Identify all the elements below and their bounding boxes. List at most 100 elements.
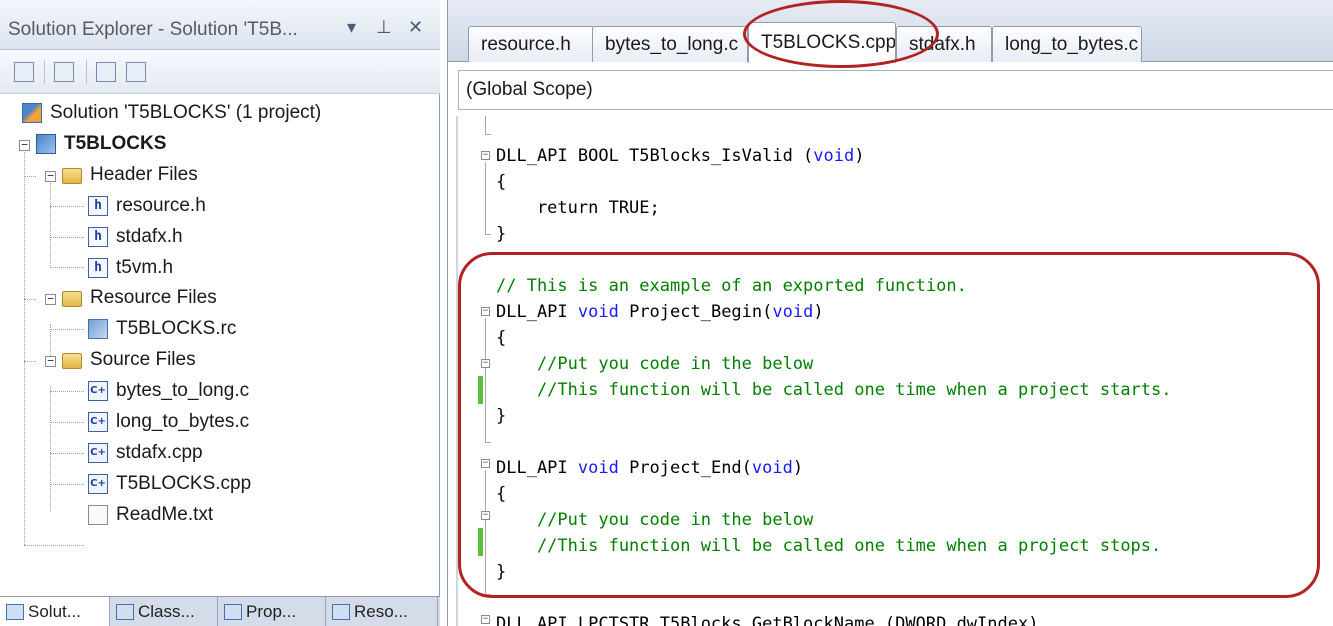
collapse-comment-toggle[interactable]: − [481, 359, 490, 368]
collapse-function-toggle[interactable]: − [481, 459, 490, 468]
tab-class-view[interactable]: Class... [110, 597, 218, 626]
comment-line: //Put you code in the below [496, 510, 814, 530]
tree-connector [24, 361, 36, 362]
tree-item-label: stdafx.cpp [116, 442, 203, 463]
comment-line: //This function will be called one time … [496, 380, 1172, 400]
header-file-icon: h [88, 258, 108, 278]
tree-item-stdafx-h[interactable]: h stdafx.h [88, 222, 183, 252]
outline-end [485, 134, 491, 135]
solution-explorer-panel: Solution Explorer - Solution 'T5B... ▾ ⊥… [0, 0, 440, 626]
tree-item-source-files[interactable]: Source Files [62, 345, 196, 375]
tab-label: Reso... [354, 601, 408, 621]
toolbar-separator [86, 60, 87, 84]
tree-item-long-to-bytes-c[interactable]: C+ long_to_bytes.c [88, 407, 249, 437]
solution-explorer-icon [6, 603, 24, 620]
outline-line [485, 470, 486, 594]
tree-item-label: stdafx.h [116, 226, 183, 247]
outline-end [485, 442, 491, 443]
code-text-area[interactable]: − − − − − − DLL_API BOOL T5Blocks_IsVali… [456, 116, 1333, 626]
tree-item-resource-files[interactable]: Resource Files [62, 283, 217, 313]
tree-item-label: Resource Files [90, 287, 217, 308]
tree-item-solution[interactable]: Solution 'T5BLOCKS' (1 project) [22, 98, 321, 128]
outline-end [485, 234, 491, 235]
collapse-function-toggle[interactable]: − [481, 307, 490, 316]
cpp-file-icon: C+ [88, 443, 108, 463]
tree-connector [50, 391, 84, 392]
tab-label: bytes_to_long.c [605, 33, 739, 55]
tree-connector [50, 206, 84, 207]
dropdown-arrow-icon[interactable]: ▾ [347, 17, 356, 38]
close-icon[interactable]: ✕ [408, 17, 423, 38]
change-tracking-bar [478, 376, 483, 404]
class-diagram-icon[interactable] [126, 62, 146, 82]
toolbar-separator [44, 60, 45, 84]
tab-label: T5BLOCKS.cpp [761, 32, 896, 53]
change-tracking-bar [478, 528, 483, 556]
code-line: { [496, 328, 507, 348]
tab-stdafx-h[interactable]: stdafx.h [896, 26, 992, 62]
cpp-file-icon: C+ [88, 381, 108, 401]
tab-long-to-bytes-c[interactable]: long_to_bytes.c [992, 26, 1142, 62]
solution-icon [22, 103, 42, 123]
tab-label: stdafx.h [909, 33, 976, 55]
tab-resource-view[interactable]: Reso... [326, 597, 438, 626]
code-line: { [496, 484, 507, 504]
pin-icon[interactable]: ⊥ [376, 17, 392, 38]
comment-line: //Put you code in the below [496, 354, 814, 374]
tree-connector [24, 545, 84, 546]
resource-view-icon [332, 603, 350, 620]
tree-item-bytes-to-long-c[interactable]: C+ bytes_to_long.c [88, 376, 249, 406]
tree-item-readme-txt[interactable]: ReadMe.txt [88, 500, 213, 530]
collapse-function-toggle[interactable]: − [481, 151, 490, 160]
editor-margin [456, 116, 458, 626]
tree-item-t5blocks-rc[interactable]: T5BLOCKS.rc [88, 314, 236, 344]
outline-end [485, 594, 491, 595]
collapse-project-toggle[interactable]: − [19, 139, 30, 151]
show-all-files-icon[interactable] [54, 62, 74, 82]
tree-item-label: long_to_bytes.c [116, 411, 250, 432]
tree-connector [24, 299, 36, 300]
tree-connector [24, 140, 25, 545]
collapse-source-files-toggle[interactable]: − [45, 355, 56, 367]
tree-connector [50, 237, 84, 238]
solution-explorer-title: Solution Explorer - Solution 'T5B... [8, 19, 298, 40]
code-line: } [496, 406, 507, 426]
tree-item-label: ReadMe.txt [116, 504, 214, 525]
tree-item-t5blocks-cpp[interactable]: C+ T5BLOCKS.cpp [88, 469, 251, 499]
tree-item-project[interactable]: T5BLOCKS [36, 129, 166, 159]
code-line: DLL_API void Project_End(void) [496, 458, 804, 478]
text-file-icon [88, 505, 108, 525]
property-manager-icon [224, 603, 242, 620]
tree-item-resource-h[interactable]: h resource.h [88, 191, 206, 221]
outline-line [485, 318, 486, 442]
tree-item-stdafx-cpp[interactable]: C+ stdafx.cpp [88, 438, 203, 468]
view-code-icon[interactable] [96, 62, 116, 82]
properties-icon[interactable] [14, 62, 34, 82]
code-line: DLL_API LPCTSTR T5Blocks_GetBlockName (D… [496, 614, 1039, 626]
tree-item-header-files[interactable]: Header Files [62, 160, 198, 190]
resource-file-icon [88, 319, 108, 339]
tab-label: long_to_bytes.c [1005, 33, 1139, 55]
tab-bytes-to-long-c[interactable]: bytes_to_long.c [592, 26, 748, 62]
tab-property-manager[interactable]: Prop... [218, 597, 326, 626]
collapse-resource-files-toggle[interactable]: − [45, 293, 56, 305]
tab-t5blocks-cpp[interactable]: T5BLOCKS.cpp [748, 22, 896, 63]
header-file-icon: h [88, 227, 108, 247]
collapse-comment-toggle[interactable]: − [481, 511, 490, 520]
tree-connector [50, 386, 51, 511]
header-file-icon: h [88, 196, 108, 216]
tree-item-label: T5BLOCKS.rc [116, 318, 237, 339]
tree-connector [50, 484, 84, 485]
code-line: DLL_API BOOL T5Blocks_IsValid (void) [496, 146, 865, 166]
collapse-header-files-toggle[interactable]: − [45, 170, 56, 182]
tool-window-tabs: Solut... Class... Prop... Reso... [0, 596, 440, 626]
collapse-function-toggle[interactable]: − [481, 615, 490, 624]
tree-connector [50, 453, 84, 454]
tab-resource-h[interactable]: resource.h [468, 26, 594, 62]
tree-item-t5vm-h[interactable]: h t5vm.h [88, 253, 173, 283]
scope-dropdown[interactable]: (Global Scope) [458, 70, 1333, 110]
tree-item-label: T5BLOCKS.cpp [116, 473, 252, 494]
tree-item-label: t5vm.h [116, 257, 174, 278]
cpp-file-icon: C+ [88, 412, 108, 432]
tab-solution-explorer[interactable]: Solut... [0, 597, 110, 626]
